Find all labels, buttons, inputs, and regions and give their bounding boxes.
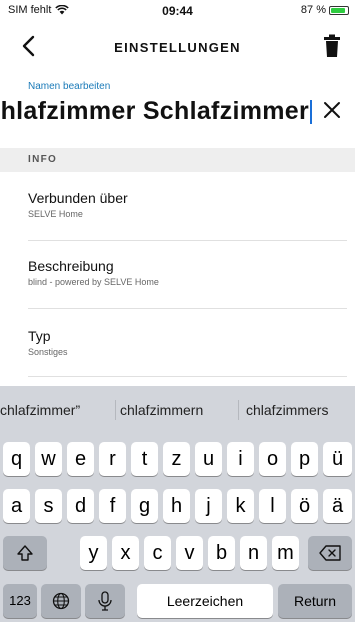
battery-icon xyxy=(329,5,349,15)
info-item-value: SELVE Home xyxy=(28,209,83,219)
info-item-title: Verbunden über xyxy=(28,190,128,206)
microphone-key[interactable] xyxy=(85,584,125,618)
suggestion-item[interactable]: chlafzimmer” xyxy=(0,402,80,418)
key-n[interactable]: n xyxy=(240,536,267,570)
key-u[interactable]: u xyxy=(195,442,222,476)
key-ae[interactable]: ä xyxy=(323,489,352,523)
globe-key[interactable] xyxy=(41,584,81,618)
key-p[interactable]: p xyxy=(291,442,318,476)
keyboard: chlafzimmer” chlafzimmern chlafzimmers q… xyxy=(0,386,355,622)
suggestion-separator xyxy=(238,400,239,420)
key-y[interactable]: y xyxy=(80,536,107,570)
suggestion-bar: chlafzimmer” chlafzimmern chlafzimmers xyxy=(0,386,355,428)
key-g[interactable]: g xyxy=(131,489,158,523)
info-item-value: Sonstiges xyxy=(28,347,68,357)
key-f[interactable]: f xyxy=(99,489,126,523)
key-q[interactable]: q xyxy=(3,442,30,476)
key-oe[interactable]: ö xyxy=(291,489,318,523)
name-field-row: hlafzimmer Schlafzimmer xyxy=(0,94,355,128)
key-v[interactable]: v xyxy=(176,536,203,570)
delete-button[interactable] xyxy=(321,33,343,59)
name-input-value: hlafzimmer Schlafzimmer xyxy=(0,97,309,125)
key-a[interactable]: a xyxy=(3,489,30,523)
battery-fill xyxy=(331,7,345,13)
divider xyxy=(28,308,347,309)
key-x[interactable]: x xyxy=(112,536,139,570)
close-icon xyxy=(324,102,340,118)
key-z[interactable]: z xyxy=(163,442,190,476)
suggestion-item[interactable]: chlafzimmers xyxy=(246,402,328,418)
globe-icon xyxy=(52,592,70,610)
key-t[interactable]: t xyxy=(131,442,158,476)
info-item-description: Beschreibung blind - powered by SELVE Ho… xyxy=(28,258,345,287)
page-title: EINSTELLUNGEN xyxy=(114,40,241,55)
shift-key[interactable] xyxy=(3,536,47,570)
key-c[interactable]: c xyxy=(144,536,171,570)
key-r[interactable]: r xyxy=(99,442,126,476)
key-b[interactable]: b xyxy=(208,536,235,570)
clear-button[interactable] xyxy=(321,99,343,121)
battery-percent: 87 % xyxy=(300,4,326,16)
info-item-type: Typ Sonstiges xyxy=(28,328,345,357)
divider xyxy=(28,240,347,241)
divider xyxy=(28,376,347,377)
key-h[interactable]: h xyxy=(163,489,190,523)
nav-bar: EINSTELLUNGEN xyxy=(0,26,355,66)
backspace-key[interactable] xyxy=(308,536,352,570)
status-right: 87 % xyxy=(301,4,349,16)
space-key[interactable]: Leerzeichen xyxy=(137,584,273,618)
text-caret xyxy=(310,100,312,125)
trash-icon xyxy=(324,34,340,57)
numbers-key[interactable]: 123 xyxy=(3,584,37,618)
key-s[interactable]: s xyxy=(35,489,62,523)
key-ue[interactable]: ü xyxy=(323,442,352,476)
return-key[interactable]: Return xyxy=(278,584,352,618)
shift-icon xyxy=(17,545,33,561)
key-l[interactable]: l xyxy=(259,489,286,523)
suggestion-item[interactable]: chlafzimmern xyxy=(120,402,203,418)
key-k[interactable]: k xyxy=(227,489,254,523)
info-item-connection: Verbunden über SELVE Home xyxy=(28,190,345,219)
info-item-title: Beschreibung xyxy=(28,258,114,274)
name-input[interactable]: hlafzimmer Schlafzimmer xyxy=(0,94,312,128)
key-m[interactable]: m xyxy=(272,536,299,570)
key-j[interactable]: j xyxy=(195,489,222,523)
key-w[interactable]: w xyxy=(35,442,62,476)
key-o[interactable]: o xyxy=(259,442,286,476)
edit-name-label: Namen bearbeiten xyxy=(28,81,111,92)
microphone-icon xyxy=(98,591,112,611)
backspace-icon xyxy=(319,545,341,561)
key-d[interactable]: d xyxy=(67,489,94,523)
info-section-header: INFO xyxy=(0,148,355,172)
info-item-title: Typ xyxy=(28,328,51,344)
key-i[interactable]: i xyxy=(227,442,254,476)
info-item-value: blind - powered by SELVE Home xyxy=(28,277,159,287)
status-bar: SIM fehlt 09:44 87 % xyxy=(0,0,355,22)
section-title: INFO xyxy=(28,154,58,165)
suggestion-separator xyxy=(115,400,116,420)
key-e[interactable]: e xyxy=(67,442,94,476)
